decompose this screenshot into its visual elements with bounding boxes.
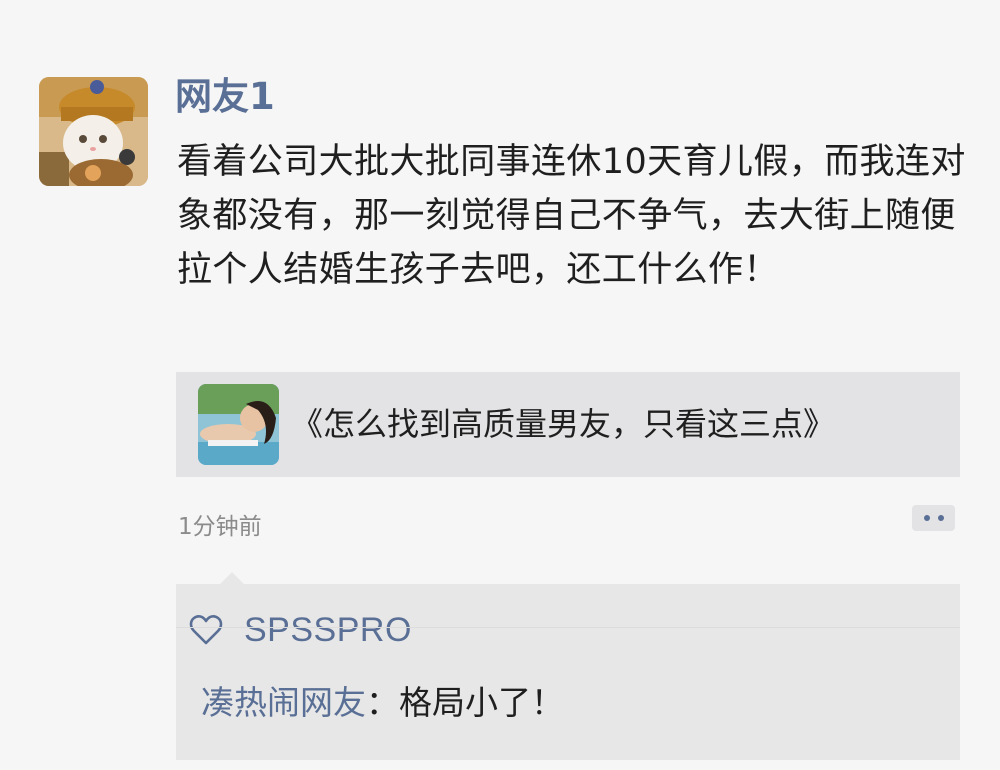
post-timestamp: 1分钟前: [178, 514, 262, 540]
shared-article-card[interactable]: 《怎么找到高质量男友，只看这三点》: [176, 372, 960, 477]
more-actions-button[interactable]: [912, 505, 955, 531]
comment-item[interactable]: 凑热闹网友：格局小了！: [201, 681, 564, 725]
comment-text: 格局小了！: [399, 683, 564, 722]
woman-thumbnail-icon: [198, 384, 279, 465]
likes-row: SPSSPRO: [188, 608, 412, 652]
more-dots-icon-2: [937, 515, 944, 521]
liker-name[interactable]: SPSSPRO: [244, 608, 412, 652]
interactions-panel: SPSSPRO 凑热闹网友：格局小了！: [176, 572, 960, 760]
more-dots-icon: [923, 515, 930, 521]
heart-icon: [189, 615, 223, 645]
likes-divider: [176, 627, 960, 628]
article-thumbnail: [198, 384, 279, 465]
user-avatar[interactable]: [39, 77, 148, 186]
cat-avatar-icon: [39, 77, 148, 186]
article-title: 《怎么找到高质量男友，只看这三点》: [291, 405, 836, 443]
comment-author[interactable]: 凑热闹网友: [201, 683, 366, 722]
post-author-name[interactable]: 网友1: [175, 72, 275, 122]
post-text: 看着公司大批大批同事连休10天育儿假，而我连对象都没有，那一刻觉得自己不争气，去…: [177, 142, 966, 290]
comment-separator: ：: [366, 683, 399, 722]
